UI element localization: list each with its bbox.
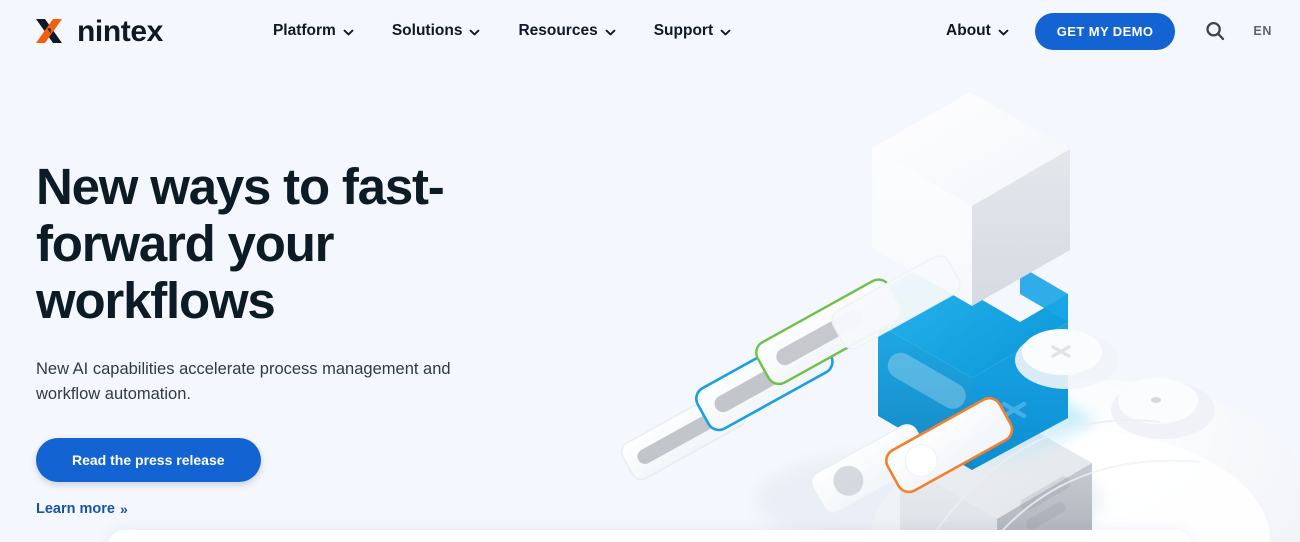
- learn-more-label: Learn more: [36, 501, 115, 517]
- page-title: New ways to fast- forward your workflows: [36, 158, 556, 329]
- hero-title-line-3: workflows: [36, 272, 276, 329]
- chevron-down-icon: [469, 27, 480, 38]
- nav-item-label: Solutions: [391, 22, 463, 39]
- chevron-down-icon: [343, 27, 354, 38]
- hero-content: New ways to fast- forward your workflows…: [36, 158, 556, 517]
- hero-subtitle: New AI capabilities accelerate process m…: [36, 360, 451, 403]
- next-section-card: [108, 530, 1192, 542]
- nav-item-label: Platform: [272, 22, 336, 39]
- chevron-down-icon: [998, 27, 1009, 38]
- nintex-x-logo-icon: [32, 14, 66, 48]
- get-my-demo-button[interactable]: GET MY DEMO: [1034, 12, 1176, 50]
- site-header: nintex Platform Solutions Resources Supp…: [0, 0, 1300, 62]
- logo-wordmark: nintex: [77, 14, 163, 48]
- illustration-disc-x: [1015, 329, 1119, 389]
- nav-item-label: About: [946, 22, 991, 39]
- double-chevron-right-icon: »: [119, 501, 128, 517]
- nav-item-platform[interactable]: Platform: [273, 22, 354, 40]
- language-selector[interactable]: EN: [1253, 24, 1272, 38]
- nav-item-about[interactable]: About: [946, 22, 1009, 40]
- chevron-down-icon: [720, 27, 731, 38]
- logo[interactable]: nintex: [32, 14, 163, 48]
- nav-item-resources[interactable]: Resources: [518, 22, 616, 40]
- read-press-release-button[interactable]: Read the press release: [36, 438, 261, 482]
- hero-illustration: [600, 70, 1300, 542]
- chevron-down-icon: [605, 27, 616, 38]
- illustration-white-cube: [872, 92, 1070, 306]
- learn-more-link[interactable]: Learn more »: [36, 501, 128, 517]
- illustration-disc-dot: [1111, 378, 1215, 439]
- header-actions: About GET MY DEMO EN: [946, 12, 1272, 50]
- main-navigation: Platform Solutions Resources Support: [273, 22, 731, 40]
- hero-title-line-1: New ways to fast-: [36, 158, 445, 215]
- nav-item-solutions[interactable]: Solutions: [392, 22, 481, 40]
- nav-item-label: Support: [653, 22, 714, 39]
- nav-item-label: Resources: [518, 22, 598, 39]
- search-icon[interactable]: [1203, 19, 1227, 43]
- hero-title-line-2: forward your: [36, 215, 335, 272]
- nav-item-support[interactable]: Support: [654, 22, 731, 40]
